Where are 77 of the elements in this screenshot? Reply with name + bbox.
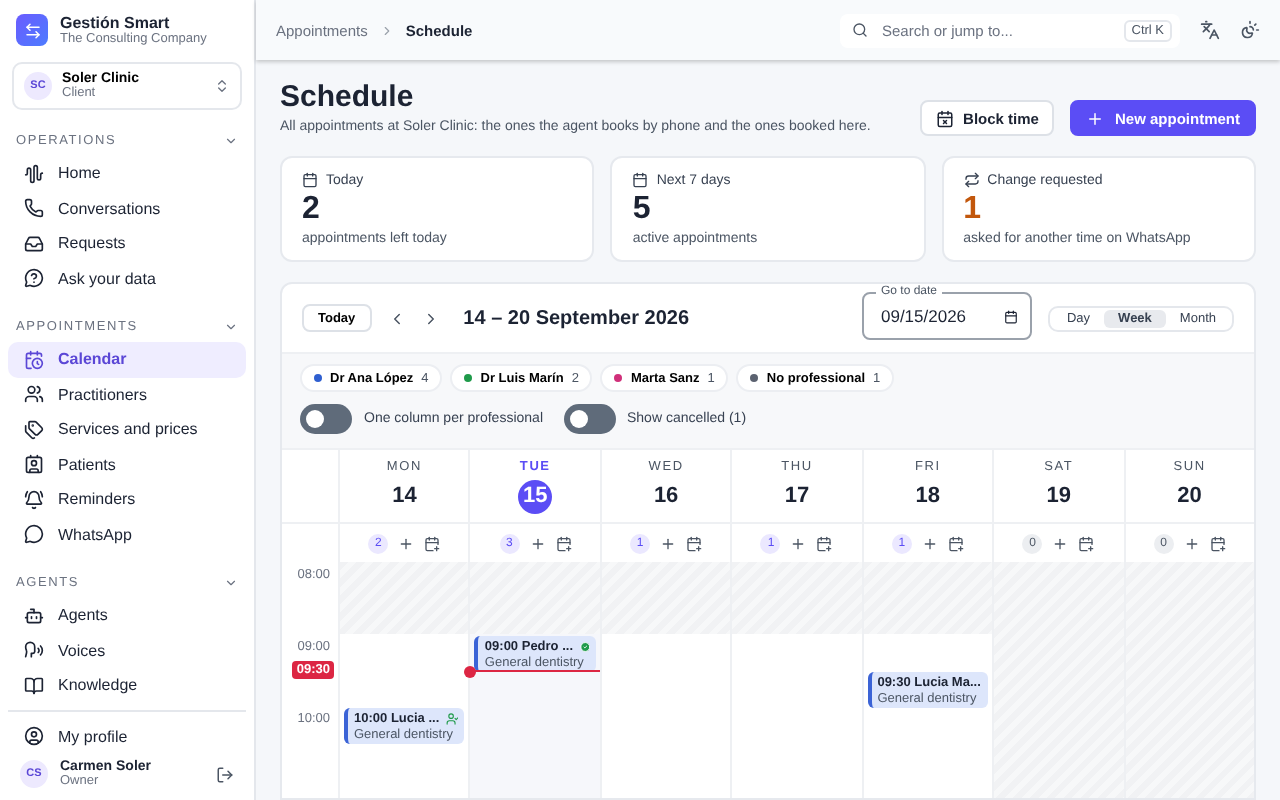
chat-bubble-icon [24, 524, 44, 545]
sidebar-item[interactable]: Conversations [8, 191, 246, 226]
sidebar-item[interactable]: Agents [8, 598, 246, 633]
stat-value: 5 [632, 192, 653, 228]
block-day-button[interactable] [816, 535, 833, 551]
calendar-clock-icon [24, 349, 44, 370]
block-day-button[interactable] [424, 535, 441, 551]
block-day-button[interactable] [1078, 535, 1095, 551]
block-day-button[interactable] [947, 535, 964, 551]
chevron-down-icon [224, 576, 238, 590]
date-range: 14 – 20 September 2026 [463, 307, 692, 329]
chevrons-icon [214, 78, 230, 94]
day-number: 20 [1175, 482, 1204, 512]
translate-button[interactable] [1200, 20, 1220, 40]
toggle-switch[interactable] [300, 404, 352, 434]
people-icon [24, 384, 44, 405]
tag-icon [24, 419, 44, 440]
profile-link[interactable]: My profile [8, 719, 246, 754]
day-number: 14 [390, 482, 419, 512]
sidebar-item[interactable]: Knowledge [8, 668, 246, 703]
calendar-icon [302, 172, 318, 188]
sidebar-item[interactable]: Reminders [8, 482, 246, 517]
chevron-down-icon [224, 320, 238, 334]
date-input[interactable]: 09/15/2026 [876, 304, 997, 328]
contact-card-icon [24, 454, 44, 475]
book-icon [24, 675, 44, 696]
sidebar-item[interactable]: WhatsApp [8, 517, 246, 552]
day-number: 16 [651, 482, 681, 512]
sidebar-item[interactable]: Calendar [8, 342, 246, 377]
search-icon [852, 22, 868, 38]
day-number: 18 [913, 482, 943, 512]
add-button[interactable] [1052, 535, 1069, 551]
add-button[interactable] [790, 535, 807, 551]
plus-icon [1086, 109, 1105, 127]
block-day-button[interactable] [555, 535, 572, 551]
block-day-button[interactable] [686, 535, 703, 551]
question-bubble-icon [24, 268, 44, 289]
calendar-icon[interactable] [1004, 307, 1019, 325]
block-day-button[interactable] [1209, 535, 1226, 551]
page-title: Schedule [280, 80, 416, 114]
sidebar-item[interactable]: Voices [8, 633, 246, 668]
inbox-icon [24, 233, 44, 254]
sidebar-item[interactable]: Ask your data [8, 261, 246, 296]
theme-button[interactable] [1240, 20, 1260, 40]
add-button[interactable] [1183, 535, 1200, 551]
person-check-icon [445, 712, 459, 726]
sidebar-item[interactable]: Home [8, 156, 246, 191]
sidebar-item[interactable]: Practitioners [8, 377, 246, 412]
sidebar-item[interactable]: Services and prices [8, 412, 246, 447]
check-circle-icon [579, 640, 590, 654]
add-button[interactable] [529, 535, 546, 551]
stat-value: 2 [302, 192, 322, 228]
sidebar-item[interactable]: Patients [8, 447, 246, 482]
calendar-x-icon [935, 109, 954, 127]
day-number: 17 [782, 482, 812, 512]
swap-arrows-icon [963, 172, 980, 188]
stat-value: 1 [963, 192, 984, 228]
day-number: 15 [518, 479, 553, 513]
add-button[interactable] [921, 535, 938, 551]
brand-name: Gestión Smart [60, 14, 172, 32]
user-circle-icon [24, 726, 44, 747]
current-time-line [470, 670, 600, 672]
add-button[interactable] [660, 535, 677, 551]
robot-icon [24, 605, 44, 626]
day-number: 19 [1044, 482, 1073, 512]
toggle-switch[interactable] [563, 404, 615, 434]
waveform-icon [24, 163, 44, 184]
logout-button[interactable] [216, 765, 234, 783]
phone-icon [24, 198, 44, 219]
add-button[interactable] [398, 535, 415, 551]
speaking-person-icon [24, 640, 44, 661]
chevron-down-icon [224, 134, 238, 148]
app-logo-icon [16, 14, 48, 46]
calendar-icon [632, 172, 649, 188]
sidebar-item[interactable]: Requests [8, 226, 246, 261]
breadcrumb-separator-icon [379, 23, 394, 37]
bell-icon [24, 489, 44, 510]
